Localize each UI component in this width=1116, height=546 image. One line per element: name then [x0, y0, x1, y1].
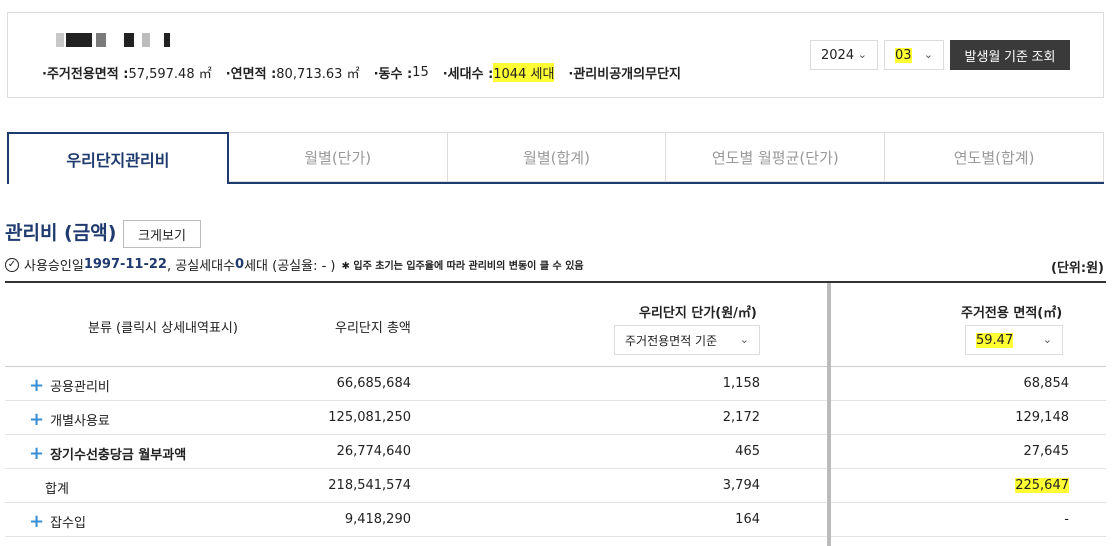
fee-table: 분류 (클릭시 상세내역표시) 우리단지 총액 우리단지 단가(원/㎡) 주거전… — [5, 281, 1106, 546]
tab-our-complex-fee[interactable]: 우리단지관리비 — [7, 132, 229, 184]
stat-exclusive-area: ·주거전용면적 : 57,597.48 ㎡ — [42, 67, 212, 82]
complex-summary-box: ·주거전용면적 : 57,597.48 ㎡ ·연면적 : 80,713.63 ㎡… — [7, 12, 1104, 98]
check-circle-icon: ✓ — [5, 257, 19, 272]
table-row[interactable]: + 개별사용료 125,081,250 2,172 129,148 — [5, 401, 1106, 435]
complex-stats: ·주거전용면적 : 57,597.48 ㎡ ·연면적 : 80,713.63 ㎡… — [42, 63, 695, 82]
month-select[interactable]: 03 ⌄ — [884, 40, 944, 70]
stat-disclosure-mandatory: ·관리비공개의무단지 — [568, 67, 681, 82]
tab-yearly-total[interactable]: 연도별(합계) — [885, 132, 1104, 182]
chevron-down-icon: ⌄ — [857, 48, 867, 61]
header-total: 우리단지 총액 — [335, 321, 411, 336]
section-title: 관리비 (금액) — [5, 222, 117, 244]
chevron-down-icon: ⌄ — [739, 333, 749, 346]
plus-expand-icon[interactable]: + — [29, 512, 44, 530]
enlarge-view-button[interactable]: 크게보기 — [123, 220, 201, 248]
unit-price-basis-select[interactable]: 주거전용면적 기준 ⌄ — [614, 325, 760, 355]
table-header: 분류 (클릭시 상세내역표시) 우리단지 총액 우리단지 단가(원/㎡) 주거전… — [5, 283, 1106, 367]
area-select[interactable]: 59.47 ⌄ — [965, 325, 1063, 355]
stat-household-count: ·세대수 : 1044 세대 — [443, 63, 555, 82]
chevron-down-icon: ⌄ — [923, 48, 933, 61]
row-label: + 개별사용료 — [29, 408, 110, 430]
plus-expand-icon[interactable]: + — [29, 444, 44, 462]
header-area: 주거전용 면적(㎡) — [961, 306, 1063, 321]
fee-tabs: 우리단지관리비 월별(단가) 월별(합계) 연도별 월평균(단가) 연도별(합계… — [7, 132, 1104, 184]
row-label: + 잡수입 — [29, 510, 86, 532]
complex-info-line: ✓ 사용승인일 1997-11-22 , 공실세대수 0 세대 (공실율: - … — [5, 255, 584, 274]
table-row[interactable]: + 잡수입 9,418,290 164 - — [5, 503, 1106, 537]
stat-total-floor-area: ·연면적 : 80,713.63 ㎡ — [225, 67, 360, 82]
tab-yearly-monthly-average[interactable]: 연도별 월평균(단가) — [666, 132, 886, 182]
row-label: 합계 — [45, 482, 69, 497]
unit-label: (단위:원) — [1051, 261, 1104, 276]
approval-date: 1997-11-22 — [83, 257, 167, 272]
row-label: + 장기수선충당금 월부과액 — [29, 442, 187, 464]
chevron-down-icon: ⌄ — [1042, 333, 1052, 346]
redacted-complex-name — [56, 33, 176, 47]
table-row-total: 합계 218,541,574 3,794 225,647 — [5, 469, 1106, 503]
stat-building-count: ·동수 : 15 — [373, 65, 429, 82]
table-row[interactable]: + 장기수선충당금 월부과액 26,774,640 465 27,645 — [5, 435, 1106, 469]
early-occupancy-note: ✱ 입주 초기는 입주율에 따라 관리비의 변동이 클 수 있음 — [341, 261, 584, 272]
vacant-count: 0 — [235, 257, 245, 272]
tab-monthly-total[interactable]: 월별(합계) — [447, 132, 667, 182]
plus-expand-icon[interactable]: + — [29, 376, 44, 394]
header-category: 분류 (클릭시 상세내역표시) — [88, 321, 238, 336]
tab-monthly-unit-price[interactable]: 월별(단가) — [228, 132, 448, 182]
row-label: + 공용관리비 — [29, 374, 110, 396]
column-divider — [827, 283, 831, 546]
year-select[interactable]: 2024 ⌄ — [810, 40, 878, 70]
header-unit-price: 우리단지 단가(원/㎡) — [639, 306, 757, 321]
query-by-month-button[interactable]: 발생월 기준 조회 — [950, 40, 1070, 70]
table-row[interactable]: + 공용관리비 66,685,684 1,158 68,854 — [5, 367, 1106, 401]
plus-expand-icon[interactable]: + — [29, 410, 44, 428]
